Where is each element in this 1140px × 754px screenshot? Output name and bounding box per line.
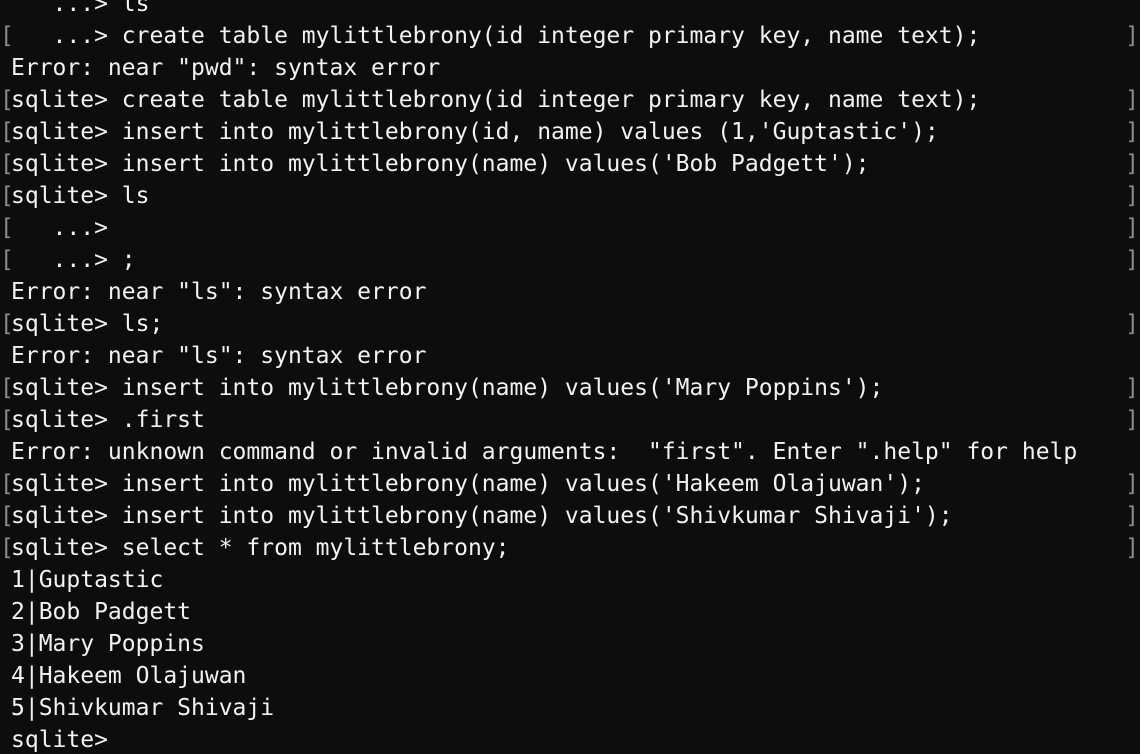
terminal-line: [] ...> create table mylittlebrony(id in… (0, 20, 1140, 52)
line-bracket-left: [ (0, 311, 14, 337)
terminal-line: Error: near "ls": syntax error (0, 340, 1140, 372)
terminal-line: [] ...> (0, 212, 1140, 244)
line-text: 3|Mary Poppins (11, 631, 205, 657)
line-bracket-left: [ (0, 215, 14, 241)
line-bracket-right: ] (1125, 375, 1139, 401)
line-bracket-right: ] (1125, 87, 1139, 113)
line-text: ...> ls (11, 0, 150, 17)
line-bracket-right: ] (1125, 151, 1139, 177)
line-bracket-left: [ (0, 471, 14, 497)
line-text: sqlite> ls; (11, 311, 164, 337)
line-bracket-left: [ (0, 375, 14, 401)
line-bracket-right: ] (1125, 407, 1139, 433)
terminal-line: 5|Shivkumar Shivaji (0, 692, 1140, 724)
terminal-line: [] sqlite> insert into mylittlebrony(name… (0, 372, 1140, 404)
line-bracket-right: ] (1125, 535, 1139, 561)
line-text: sqlite> insert into mylittlebrony(name) … (11, 151, 870, 177)
terminal-line: [] sqlite> .first (0, 404, 1140, 436)
terminal-line: 3|Mary Poppins (0, 628, 1140, 660)
line-bracket-right: ] (1125, 247, 1139, 273)
line-bracket-right: ] (1125, 215, 1139, 241)
line-bracket-right: ] (1125, 119, 1139, 145)
line-bracket-right: ] (1125, 183, 1139, 209)
line-bracket-left: [ (0, 247, 14, 273)
line-text: 1|Guptastic (11, 567, 164, 593)
line-text: sqlite> (11, 727, 122, 753)
line-text: 2|Bob Padgett (11, 599, 192, 625)
line-text: ...> (11, 215, 108, 241)
line-text: 5|Shivkumar Shivaji (11, 695, 275, 721)
line-text: sqlite> ls (11, 183, 150, 209)
terminal-line: [] sqlite> ls; (0, 308, 1140, 340)
line-bracket-left: [ (0, 503, 14, 529)
terminal-line: [] sqlite> create table mylittlebrony(id … (0, 84, 1140, 116)
terminal-line: [] sqlite> ls (0, 180, 1140, 212)
line-text: Error: near "ls": syntax error (11, 279, 427, 305)
terminal-line: ...> ls (0, 0, 1140, 20)
line-text: Error: near "pwd": syntax error (11, 55, 441, 81)
terminal-line: Error: unknown command or invalid argume… (0, 436, 1140, 468)
line-bracket-left: [ (0, 151, 14, 177)
line-bracket-left: [ (0, 535, 14, 561)
line-text: sqlite> insert into mylittlebrony(id, na… (11, 119, 939, 145)
line-bracket-left: [ (0, 407, 14, 433)
line-text: sqlite> create table mylittlebrony(id in… (11, 87, 981, 113)
line-bracket-right: ] (1125, 23, 1139, 49)
line-text: 4|Hakeem Olajuwan (11, 663, 247, 689)
terminal-output: ...> ls [] ...> create table mylittlebron… (0, 0, 1140, 754)
text-cursor (122, 729, 135, 753)
line-text: sqlite> insert into mylittlebrony(name) … (11, 503, 953, 529)
terminal-prompt-line[interactable]: sqlite> (0, 724, 1140, 754)
terminal-window[interactable]: ...> ls [] ...> create table mylittlebron… (0, 0, 1140, 754)
terminal-line: [] sqlite> select * from mylittlebrony; (0, 532, 1140, 564)
line-text: sqlite> insert into mylittlebrony(name) … (11, 471, 925, 497)
line-bracket-left: [ (0, 183, 14, 209)
terminal-line: Error: near "pwd": syntax error (0, 52, 1140, 84)
line-text: ...> ; (11, 247, 136, 273)
line-text: sqlite> .first (11, 407, 205, 433)
terminal-line: 2|Bob Padgett (0, 596, 1140, 628)
line-text: sqlite> select * from mylittlebrony; (11, 535, 510, 561)
terminal-line: [] sqlite> insert into mylittlebrony(name… (0, 148, 1140, 180)
terminal-line: Error: near "ls": syntax error (0, 276, 1140, 308)
terminal-line: 4|Hakeem Olajuwan (0, 660, 1140, 692)
line-bracket-left: [ (0, 23, 14, 49)
terminal-line: [] ...> ; (0, 244, 1140, 276)
line-bracket-right: ] (1125, 471, 1139, 497)
terminal-line: [] sqlite> insert into mylittlebrony(id, … (0, 116, 1140, 148)
terminal-line: [] sqlite> insert into mylittlebrony(name… (0, 468, 1140, 500)
line-bracket-right: ] (1125, 311, 1139, 337)
terminal-line: [] sqlite> insert into mylittlebrony(name… (0, 500, 1140, 532)
line-bracket-right: ] (1125, 503, 1139, 529)
line-text: Error: unknown command or invalid argume… (11, 439, 1078, 465)
line-bracket-left: [ (0, 87, 14, 113)
line-bracket-left: [ (0, 119, 14, 145)
terminal-line: 1|Guptastic (0, 564, 1140, 596)
line-text: Error: near "ls": syntax error (11, 343, 427, 369)
line-text: ...> create table mylittlebrony(id integ… (11, 23, 981, 49)
line-text: sqlite> insert into mylittlebrony(name) … (11, 375, 884, 401)
